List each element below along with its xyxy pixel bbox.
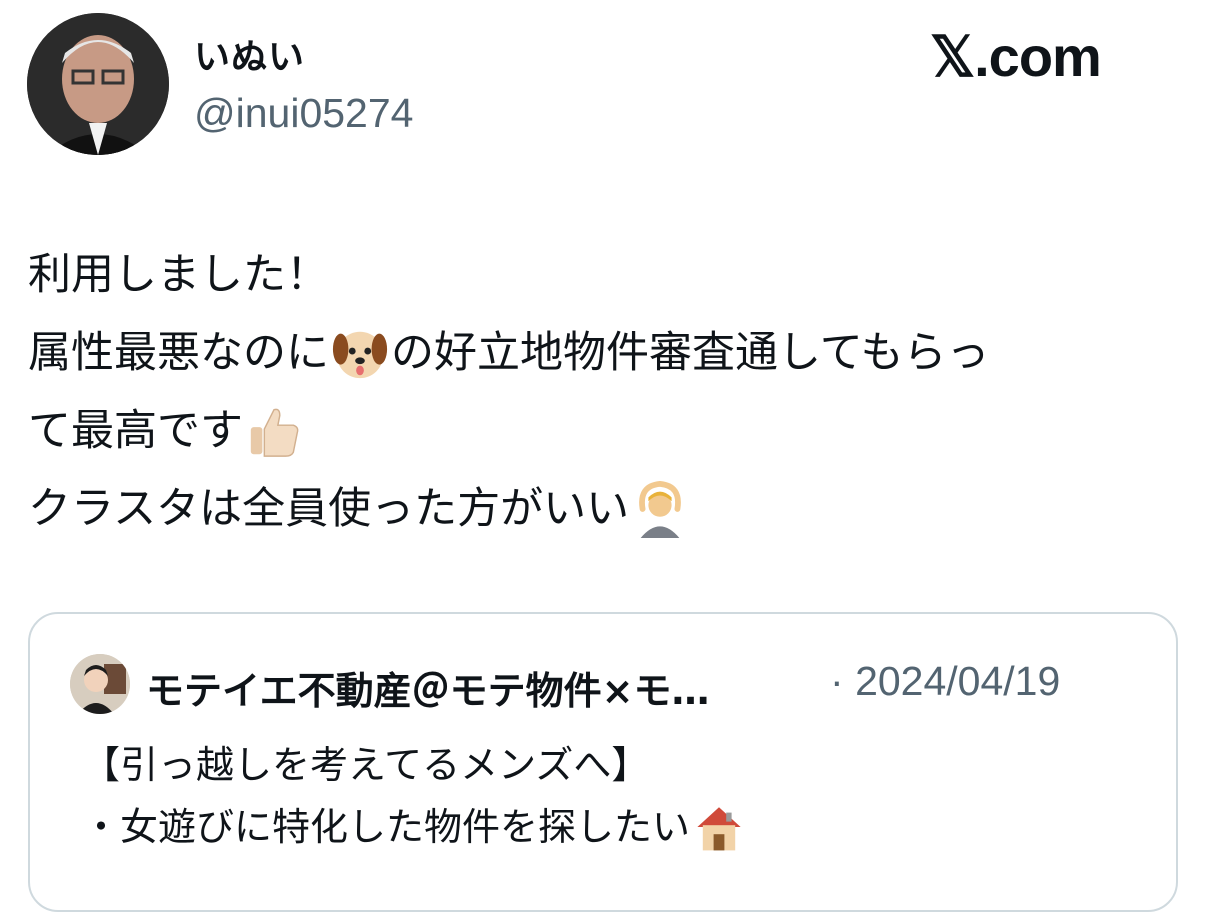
tweet-line: 利用しました！ (28, 236, 1188, 314)
quoted-line-text: ・女遊びに特化した物件を探したい (82, 805, 691, 849)
author-avatar[interactable] (27, 13, 169, 155)
tweet-line: 属性最悪なのに の好立地物件審査通してもらっ (28, 314, 1188, 392)
tweet-line: て最高です (28, 392, 1188, 470)
quoted-line-text: 【引っ越しを考えてるメンズへ】 (82, 743, 650, 787)
quoted-line: ・女遊びに特化した物件を探したい (82, 796, 748, 858)
quoted-tweet-card[interactable]: モテイエ不動産＠モテ物件×モ… · 2024/04/19 【引っ越しを考えてるメ… (28, 612, 1178, 912)
quoted-tweet-date[interactable]: · 2024/04/19 (830, 658, 1060, 705)
quoted-author-avatar[interactable] (70, 654, 130, 714)
quoted-tweet-text: 【引っ越しを考えてるメンズへ】 ・女遊びに特化した物件を探したい (82, 734, 748, 858)
tweet-line-text: の好立地物件審査通してもらっ (391, 328, 990, 378)
tweet-line-text: て最高です (28, 406, 243, 456)
quoted-author-name[interactable]: モテイエ不動産＠モテ物件×モ… (146, 660, 709, 715)
brand-logo: 𝕏.com (930, 25, 1102, 88)
date-text: 2024/04/19 (855, 658, 1061, 704)
tweet-line-text: 利用しました！ (28, 250, 329, 300)
author-display-name[interactable]: いぬい (194, 28, 305, 80)
quoted-avatar-image (70, 654, 130, 714)
date-separator: · (830, 658, 844, 704)
dog-face-icon (332, 331, 388, 379)
author-handle[interactable]: @inui05274 (194, 90, 413, 137)
thumbs-up-icon (250, 408, 299, 457)
tweet-line: クラスタは全員使った方がいい (28, 470, 1188, 548)
tweet-line-text: クラスタは全員使った方がいい (28, 484, 630, 534)
tweet-line-text: 属性最悪なのに (28, 328, 329, 378)
house-icon (697, 807, 741, 851)
avatar-image (27, 13, 169, 155)
person-gesturing-ok-icon (639, 480, 682, 538)
quoted-line: 【引っ越しを考えてるメンズへ】 (82, 734, 748, 796)
tweet-text: 利用しました！ 属性最悪なのに の好立地物件審査通してもらっ て最高です クラス… (28, 236, 1188, 548)
